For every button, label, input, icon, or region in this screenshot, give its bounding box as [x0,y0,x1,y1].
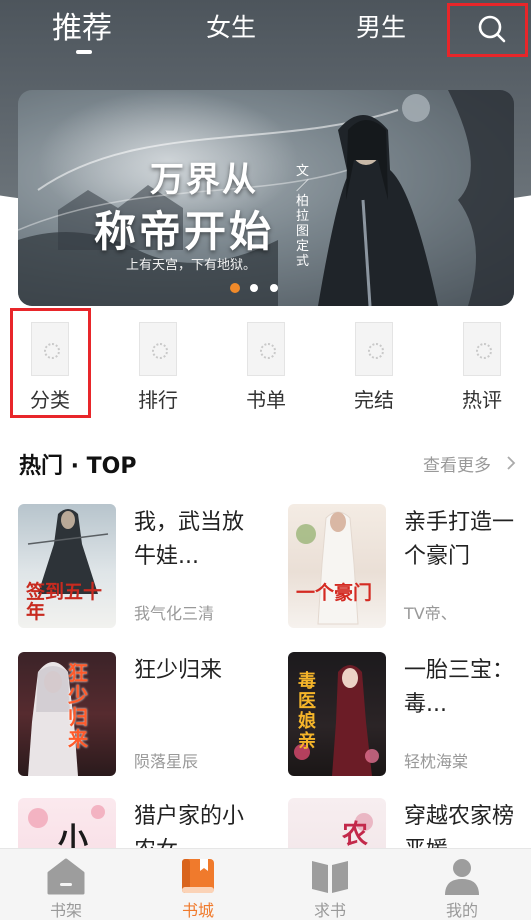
tab-recommended[interactable]: 推荐 [52,3,112,47]
cover-title: 一个豪门 [296,582,373,604]
book-card[interactable]: 毒医娘亲 一胎三宝：毒... 轻枕海棠 [288,652,531,782]
book-author: 轻枕海棠 [404,752,469,771]
book-card[interactable]: 一个豪门 亲手打造一个豪门 TV帝、 [288,504,531,634]
completed-icon [355,322,393,376]
banner-subtitle: 上有天宫，下有地狱。 [126,258,257,273]
nav-label: 我的 [445,901,478,920]
carousel-dot[interactable] [270,284,278,292]
book-card[interactable]: 签到五十年 我，武当放牛娃... 我气化三清 [18,504,268,634]
banner-title-line2: 称帝开始 [94,207,275,256]
nav-label: 求书 [313,901,346,920]
featured-banner[interactable]: 万界从 称帝开始 上有天宫，下有地狱。 文／柏拉图定式 [18,90,514,306]
open-book-icon [312,861,348,893]
bookshelf-icon [47,858,85,895]
shortcut-label: 排行 [138,388,178,412]
shortcut-label: 完结 [354,388,394,412]
nav-bookstore[interactable]: 书城 [132,849,264,920]
book-title: 狂少归来 [134,658,223,683]
search-icon [478,15,506,43]
chevron-right-icon[interactable] [506,455,516,471]
category-highlight-box [10,308,91,418]
cover-title: 毒医娘亲 [298,671,316,752]
active-tab-indicator [76,50,92,54]
nav-request-book[interactable]: 求书 [264,849,396,920]
cover-art [28,662,78,776]
banner-author: 文／柏拉图定式 [296,164,310,269]
book-author: TV帝、 [404,604,457,623]
nav-bookshelf[interactable]: 书架 [0,849,132,920]
tab-female[interactable]: 女生 [206,8,256,44]
nav-label: 书架 [49,901,82,920]
bottom-nav: 书架 书城 求书 我的 [0,848,531,920]
nav-label: 书城 [181,901,214,920]
search-button[interactable] [447,3,528,57]
carousel-dot[interactable] [250,284,258,292]
book-cover[interactable]: 一个豪门 [288,504,386,628]
nav-profile[interactable]: 我的 [396,849,528,920]
shortcut-label: 书单 [246,388,286,412]
book-author: 陨落星辰 [134,752,199,771]
shortcut-booklist[interactable]: 书单 [226,316,306,420]
book-cover[interactable]: 签到五十年 [18,504,116,628]
book-title: 我，武当放牛娃... [134,510,245,569]
cover-art [296,511,359,625]
booklist-icon [247,322,285,376]
shortcut-hot-reviews[interactable]: 热评 [442,316,522,420]
banner-title-line1: 万界从 [150,160,258,200]
shortcut-ranking[interactable]: 排行 [118,316,198,420]
reviews-icon [463,322,501,376]
book-title: 亲手打造一个豪门 [404,510,515,569]
see-more-link[interactable]: 查看更多 [423,451,491,476]
shortcut-completed[interactable]: 完结 [334,316,414,420]
book-card[interactable]: 狂少归来 狂少归来 陨落星辰 [18,652,268,782]
book-cover[interactable]: 狂少归来 [18,652,116,776]
ranking-icon [139,322,177,376]
top-tab-bar: 推荐 女生 男生 [0,0,531,60]
tab-male[interactable]: 男生 [356,8,406,44]
cover-title: 狂少归来 [68,661,88,751]
shortcut-label: 热评 [462,388,502,412]
book-title: 一胎三宝：毒... [404,658,515,717]
cover-title: 农 [342,820,369,850]
section-title: 热门 · TOP [19,454,137,479]
book-cover[interactable]: 毒医娘亲 [288,652,386,776]
book-author: 我气化三清 [134,604,215,623]
cover-title: 签到五十年 [26,581,103,623]
carousel-dot[interactable] [230,283,240,293]
bookstore-icon [182,859,214,893]
user-icon [445,859,479,895]
